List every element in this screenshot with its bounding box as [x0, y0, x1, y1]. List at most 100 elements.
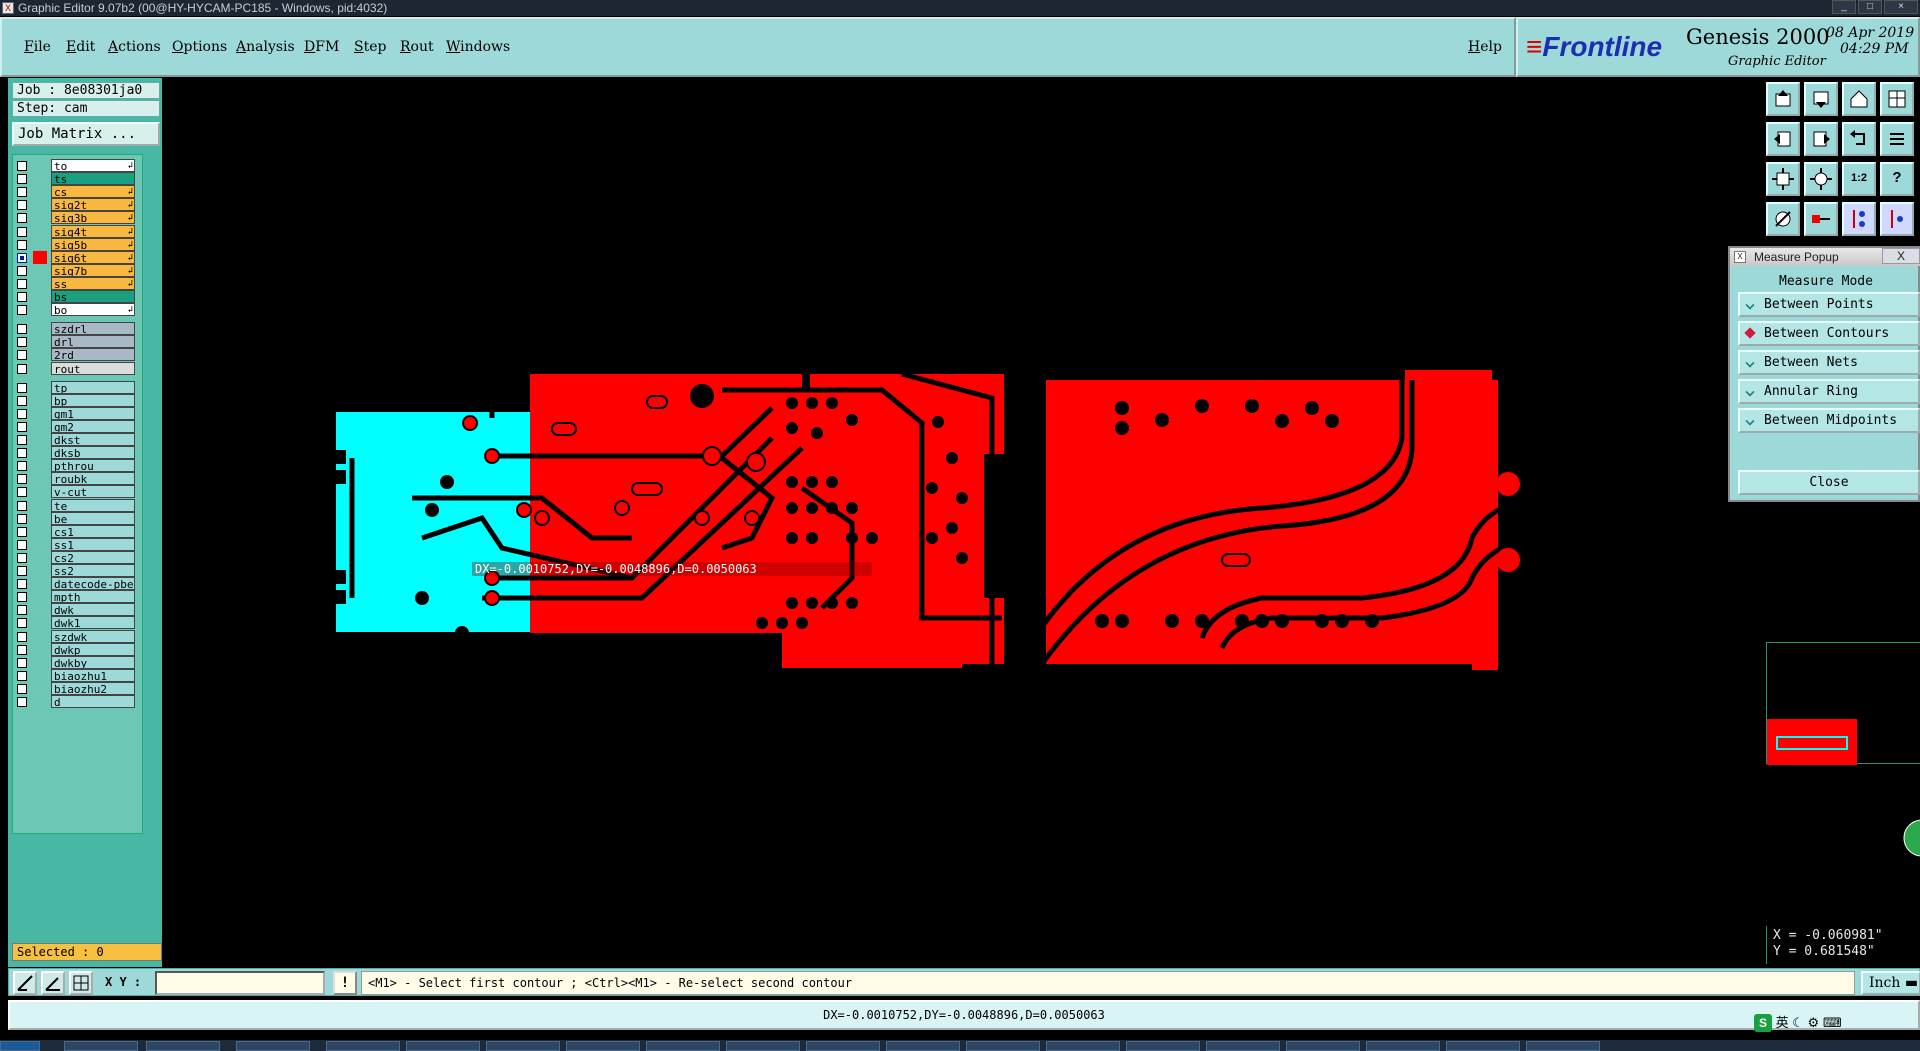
grid-snap-icon[interactable]: [69, 971, 93, 995]
maximize-button[interactable]: □: [1858, 0, 1882, 14]
layer-checkbox[interactable]: [17, 435, 27, 445]
layer-color-swatch[interactable]: [33, 643, 47, 656]
layer-checkbox[interactable]: [17, 337, 27, 348]
help-icon[interactable]: ?: [1880, 162, 1914, 196]
menu-actions[interactable]: Actions: [108, 39, 161, 55]
layer-color-swatch[interactable]: [33, 264, 47, 277]
taskbar-item[interactable]: [236, 1041, 310, 1051]
layer-checkbox[interactable]: [17, 487, 27, 498]
layer-color-swatch[interactable]: [33, 362, 47, 375]
moon-icon[interactable]: ☾: [1792, 1015, 1804, 1030]
layer-name[interactable]: szdwk: [51, 629, 135, 643]
layer-checkbox[interactable]: [17, 539, 27, 550]
layer-color-swatch[interactable]: [33, 159, 47, 172]
layer-checkbox[interactable]: [17, 526, 27, 537]
layer-name[interactable]: dwkp: [51, 642, 135, 656]
layer-name[interactable]: ss1: [51, 537, 135, 551]
angle-mode-icon[interactable]: [41, 971, 65, 995]
layer-name[interactable]: sig7b ↲: [51, 263, 135, 277]
zoom-fit-icon[interactable]: [1766, 162, 1800, 196]
layer-name[interactable]: sig4t ↲: [51, 224, 135, 238]
layer-row-d[interactable]: d: [13, 694, 144, 709]
layer-color-swatch[interactable]: [33, 630, 47, 643]
xy-input[interactable]: [155, 971, 325, 995]
layer-name[interactable]: ss2: [51, 564, 135, 577]
layer-color-swatch[interactable]: [33, 225, 47, 238]
snap-mode-icon[interactable]: [13, 971, 37, 995]
layer-color-swatch[interactable]: [33, 603, 47, 616]
layer-checkbox[interactable]: [17, 305, 27, 316]
window-icon[interactable]: [1880, 82, 1914, 116]
layer-checkbox[interactable]: [17, 474, 27, 485]
layer-name[interactable]: szdrl: [51, 322, 135, 336]
pan-left-icon[interactable]: [1766, 122, 1800, 156]
menu-dfm[interactable]: DFM: [304, 39, 339, 55]
undo-icon[interactable]: [1842, 122, 1876, 156]
keyboard-icon[interactable]: ⌨: [1823, 1015, 1842, 1030]
ime-language[interactable]: 英: [1776, 1015, 1789, 1030]
close-window-button[interactable]: ×: [1884, 0, 1918, 14]
taskbar-item[interactable]: [486, 1041, 560, 1051]
taskbar-item[interactable]: [966, 1041, 1040, 1051]
layer-checkbox[interactable]: [17, 408, 27, 419]
layer-color-swatch[interactable]: [33, 172, 47, 185]
layer-name[interactable]: sig5b ↲: [51, 237, 135, 251]
layer-checkbox[interactable]: [17, 605, 27, 616]
layer-color-swatch[interactable]: [33, 459, 47, 472]
taskbar-item[interactable]: [1206, 1041, 1280, 1051]
option-annular-ring[interactable]: Annular Ring: [1738, 379, 1920, 404]
layer-color-swatch[interactable]: [33, 420, 47, 433]
layer-checkbox[interactable]: [17, 644, 27, 655]
layer-row-bo[interactable]: bo ↲: [13, 302, 144, 317]
ime-s-icon[interactable]: S: [1754, 1014, 1772, 1032]
menu-help[interactable]: Help: [1468, 39, 1502, 55]
layer-checkbox[interactable]: [17, 252, 27, 263]
layer-color-swatch[interactable]: [33, 303, 47, 316]
layer-color-swatch[interactable]: [33, 335, 47, 348]
layer-checkbox[interactable]: [17, 670, 27, 681]
graphic-canvas[interactable]: DX=-0.0010752,DY=-0.0048896,D=0.0050063: [162, 78, 1766, 967]
taskbar-item[interactable]: [1446, 1041, 1520, 1051]
layer-name[interactable]: dwkby: [51, 655, 135, 669]
layer-color-swatch[interactable]: [33, 616, 47, 629]
layer-name[interactable]: roubk: [51, 472, 135, 486]
layer-checkbox[interactable]: [17, 395, 27, 406]
layer-checkbox[interactable]: [17, 579, 27, 590]
layer-color-swatch[interactable]: [33, 348, 47, 361]
layer-name[interactable]: cs ↲: [51, 185, 135, 199]
layer-checkbox[interactable]: [17, 278, 27, 289]
layer-name[interactable]: datecode-pbe: [51, 577, 135, 591]
layer-color-swatch[interactable]: [33, 538, 47, 551]
layer-color-swatch[interactable]: [33, 499, 47, 512]
layer-color-swatch[interactable]: [33, 290, 47, 303]
menu-edit[interactable]: Edit: [66, 39, 95, 55]
layer-name[interactable]: gm2: [51, 419, 135, 433]
settings-icon[interactable]: ⚙: [1808, 1015, 1820, 1030]
measure-icon[interactable]: [1804, 202, 1838, 236]
layer-checkbox[interactable]: [17, 683, 27, 694]
layer-name[interactable]: te: [51, 498, 135, 512]
menu-windows[interactable]: Windows: [446, 39, 510, 55]
layer-checkbox[interactable]: [17, 500, 27, 511]
option-between-midpoints[interactable]: Between Midpoints: [1738, 408, 1920, 433]
layer-color-swatch[interactable]: [33, 577, 47, 590]
layer-down-icon[interactable]: [1804, 82, 1838, 116]
layer-color-swatch[interactable]: [33, 407, 47, 420]
layer-color-swatch[interactable]: [33, 590, 47, 603]
layer-name[interactable]: 2rd: [51, 348, 135, 362]
layer-color-swatch[interactable]: [33, 446, 47, 459]
layer-checkbox[interactable]: [17, 552, 27, 563]
zoom-badge-icon[interactable]: [1900, 818, 1920, 858]
layer-color-swatch[interactable]: [33, 238, 47, 251]
layer-checkbox[interactable]: [17, 324, 27, 335]
snap-icon[interactable]: [1766, 202, 1800, 236]
option-between-points[interactable]: Between Points: [1738, 292, 1920, 317]
layer-checkbox[interactable]: [17, 363, 27, 374]
menu-step[interactable]: Step: [354, 39, 386, 55]
layer-color-swatch[interactable]: [33, 485, 47, 498]
layer-color-swatch[interactable]: [33, 564, 47, 577]
taskbar-item[interactable]: [1526, 1041, 1600, 1051]
layer-row-rout[interactable]: rout: [13, 361, 144, 376]
home-icon[interactable]: [1842, 82, 1876, 116]
layer-checkbox[interactable]: [17, 226, 27, 237]
